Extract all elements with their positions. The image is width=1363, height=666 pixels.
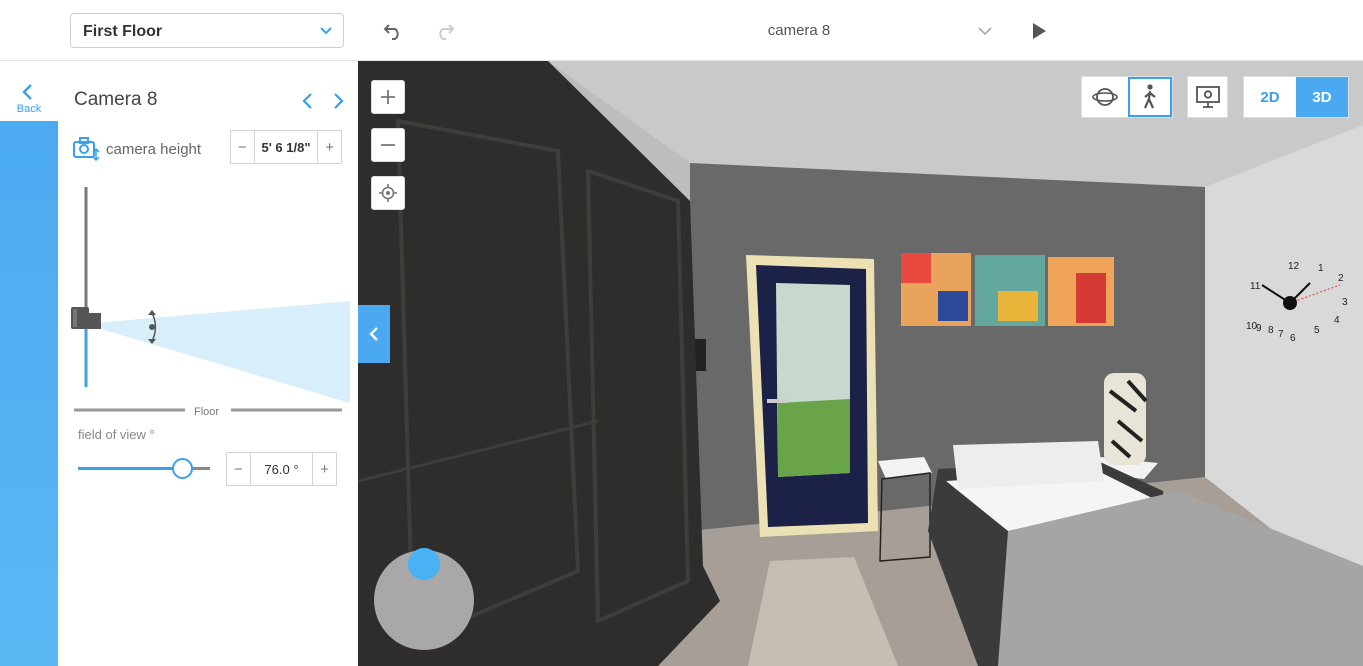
redo-icon[interactable] (432, 18, 458, 44)
view-3d-button[interactable]: 3D (1296, 77, 1348, 117)
camera-handle-icon[interactable] (71, 307, 101, 329)
clock-number: 11 (1250, 281, 1261, 292)
panel-title: Camera 8 (74, 89, 158, 110)
next-camera-button[interactable] (328, 89, 348, 113)
floor-label: Floor (194, 406, 220, 418)
display-settings-button[interactable] (1187, 76, 1228, 118)
floor-select-label: First Floor (83, 23, 163, 40)
fov-label: field of view ° (78, 427, 155, 442)
chevron-down-icon (317, 22, 335, 45)
camera-height-diagram (71, 187, 350, 412)
clock-number: 10 (1246, 321, 1258, 332)
previous-camera-button[interactable] (298, 89, 318, 113)
camera-height-input[interactable]: 5' 6 1/8" (253, 131, 319, 163)
fov-handle[interactable] (149, 324, 155, 330)
wall-clock: 12 1 2 3 4 5 6 7 8 9 10 11 (1246, 261, 1348, 344)
walking-person-icon (1143, 84, 1156, 109)
view-2d-button[interactable]: 2D (1244, 77, 1296, 117)
clock-number: 5 (1314, 325, 1320, 336)
fov-increment-button[interactable]: + (313, 453, 336, 485)
plus-icon (381, 90, 395, 104)
orbit-icon (1092, 88, 1118, 106)
minus-icon (381, 144, 395, 146)
fov-slider-thumb[interactable] (172, 458, 193, 479)
clock-number: 3 (1342, 297, 1348, 308)
clock-number: 2 (1338, 273, 1344, 284)
clock-number: 6 (1290, 333, 1296, 344)
camera-dropdown-chevron-icon[interactable] (974, 20, 996, 42)
fov-slider[interactable] (78, 458, 210, 479)
orbit-mode-button[interactable] (1082, 77, 1128, 117)
camera-height-label: camera height (106, 141, 202, 158)
back-button[interactable]: Back (0, 61, 58, 121)
collapse-panel-button[interactable] (358, 305, 390, 363)
camera-height-icon (72, 135, 100, 161)
crosshair-icon (379, 184, 397, 202)
zoom-in-button[interactable] (371, 80, 405, 114)
undo-icon[interactable] (380, 18, 406, 44)
chevron-left-icon (369, 327, 378, 341)
room-scene (358, 61, 1363, 666)
left-nav-strip (0, 61, 58, 666)
fov-decrement-button[interactable]: − (227, 453, 250, 485)
movement-joystick[interactable] (374, 548, 474, 650)
camera-select[interactable]: camera 8 (699, 22, 899, 39)
clock-number: 7 (1278, 329, 1284, 340)
recenter-button[interactable] (371, 176, 405, 210)
camera-height-increment-button[interactable]: + (318, 131, 341, 163)
floor-select[interactable]: First Floor (70, 13, 344, 48)
fov-stepper: − 76.0 ° + (226, 452, 337, 486)
chevron-left-icon (302, 93, 312, 109)
view-toggle-group: 2D 3D (1243, 76, 1349, 118)
camera-height-decrement-button[interactable]: − (231, 131, 254, 163)
monitor-settings-icon (1195, 86, 1220, 108)
navigation-mode-group (1081, 76, 1173, 118)
fov-input[interactable]: 76.0 ° (249, 453, 314, 485)
walk-mode-button[interactable] (1128, 77, 1172, 117)
clock-number: 4 (1334, 315, 1340, 326)
wall-painting (901, 253, 1114, 326)
chevron-left-icon (22, 84, 32, 100)
3d-viewport[interactable]: 12 1 2 3 4 5 6 7 8 9 10 11 2D 3D (358, 61, 1363, 666)
chevron-right-icon (334, 93, 344, 109)
zoom-out-button[interactable] (371, 128, 405, 162)
play-icon[interactable] (1028, 19, 1050, 43)
joystick-knob[interactable] (408, 548, 440, 580)
camera-height-stepper: − 5' 6 1/8" + (230, 130, 342, 164)
top-toolbar: First Floor camera 8 (0, 0, 1363, 61)
clock-number: 8 (1268, 325, 1274, 336)
back-label: Back (16, 103, 42, 115)
fov-slider-fill (78, 467, 182, 470)
camera-panel: Camera 8 camera height − 5' 6 1/8" + Flo… (58, 61, 358, 666)
clock-number: 12 (1288, 261, 1300, 272)
camera-select-label: camera 8 (767, 22, 831, 39)
clock-number: 1 (1318, 263, 1324, 274)
